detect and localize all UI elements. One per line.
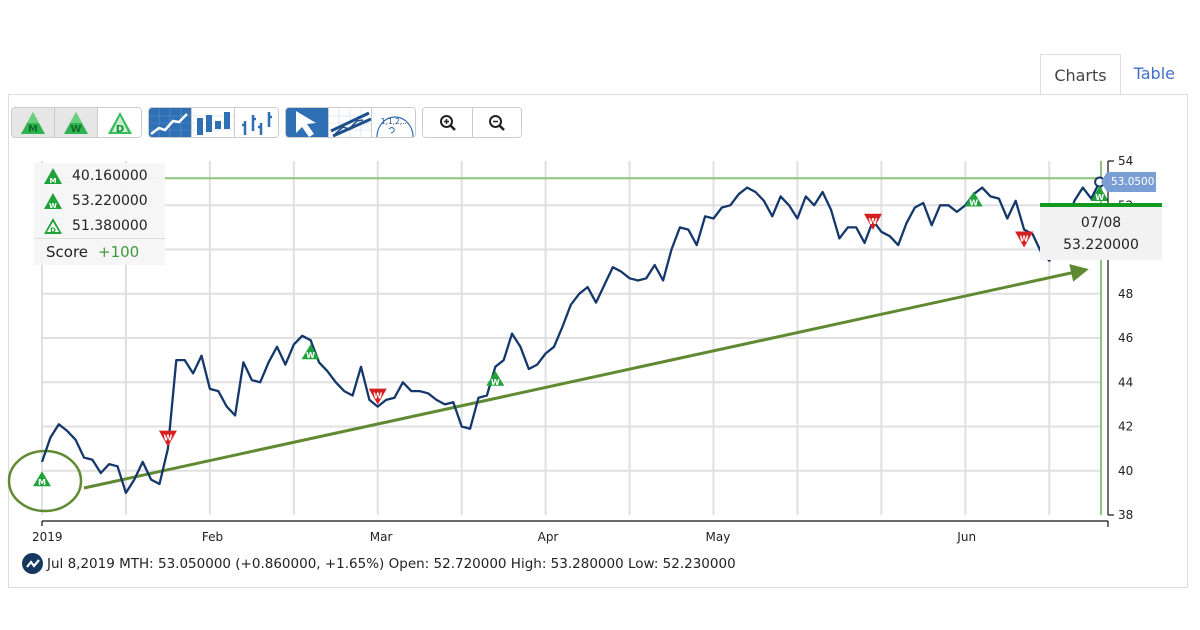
- y-tick-label: 46: [1118, 331, 1133, 345]
- daily-up-signal-icon: D: [44, 217, 62, 234]
- signal-m-up-icon: M: [33, 471, 51, 487]
- x-tick-label: Jun: [956, 530, 976, 544]
- trendline-arrow: [83, 264, 1089, 490]
- signal-w-down-icon: W: [158, 430, 177, 447]
- y-tick-label: 48: [1118, 287, 1133, 301]
- last-price-flag: 53.0500: [1101, 172, 1156, 192]
- quote-summary: Jul 8,2019 MTH: 53.050000 (+0.860000, +1…: [47, 555, 736, 572]
- svg-text:M: M: [38, 478, 46, 487]
- monthly-up-signal-icon: M: [44, 167, 62, 184]
- signal-w-up-icon: W: [486, 370, 505, 387]
- symbol-series-icon: [22, 553, 43, 574]
- svg-text:W: W: [49, 202, 57, 209]
- legend-monthly-value: 40.160000: [72, 167, 148, 184]
- weekly-up-signal-icon: W: [44, 192, 62, 209]
- crosshair-tooltip: 07/08 53.220000: [1040, 203, 1162, 260]
- price-series: [40, 176, 1106, 495]
- score-label: Score: [46, 243, 89, 261]
- signal-w-up-icon: W: [964, 191, 983, 208]
- signal-legend: M 40.160000 W 53.220000 D 51.380000 Scor…: [34, 163, 165, 265]
- score-value: +100: [98, 243, 140, 261]
- svg-text:W: W: [491, 378, 500, 387]
- svg-text:W: W: [373, 392, 382, 401]
- x-tick-label: Mar: [370, 530, 393, 544]
- y-tick-label: 38: [1118, 508, 1133, 522]
- legend-daily: D 51.380000: [34, 213, 165, 238]
- svg-text:W: W: [969, 199, 978, 208]
- tooltip-date: 07/08: [1080, 215, 1122, 231]
- svg-text:W: W: [869, 217, 878, 226]
- legend-weekly-value: 53.220000: [72, 192, 148, 209]
- signal-w-down-icon: W: [1015, 231, 1034, 248]
- quote-status-bar: Jul 8,2019 MTH: 53.050000 (+0.860000, +1…: [22, 553, 736, 574]
- x-tick-label: Feb: [202, 530, 223, 544]
- signal-w-up-icon: W: [301, 344, 320, 360]
- x-tick-label: 2019: [32, 530, 63, 544]
- svg-text:D: D: [50, 226, 56, 234]
- price-chart[interactable]: MWWWWWWWW 3840424446485052542019FebMarAp…: [0, 0, 1200, 630]
- legend-daily-value: 51.380000: [72, 217, 148, 234]
- trendline-group: [7, 264, 1089, 513]
- y-tick-label: 40: [1118, 464, 1133, 478]
- svg-text:W: W: [163, 434, 172, 443]
- x-tick-label: May: [705, 530, 730, 544]
- score-row: Score +100: [34, 238, 165, 265]
- legend-monthly: M 40.160000: [34, 163, 165, 188]
- signal-markers: M W W W W W W W W: [33, 186, 1109, 487]
- svg-text:M: M: [50, 177, 57, 184]
- y-tick-label: 54: [1118, 154, 1133, 168]
- tooltip-value: 53.220000: [1063, 237, 1139, 253]
- y-tick-label: 42: [1118, 420, 1133, 434]
- chart-axes: 3840424446485052542019FebMarAprMayJun: [32, 154, 1133, 544]
- x-tick-label: Apr: [538, 530, 559, 544]
- y-tick-label: 44: [1118, 375, 1133, 389]
- legend-weekly: W 53.220000: [34, 188, 165, 213]
- svg-text:W: W: [1095, 193, 1104, 202]
- svg-text:W: W: [306, 351, 315, 360]
- svg-text:W: W: [1020, 235, 1029, 244]
